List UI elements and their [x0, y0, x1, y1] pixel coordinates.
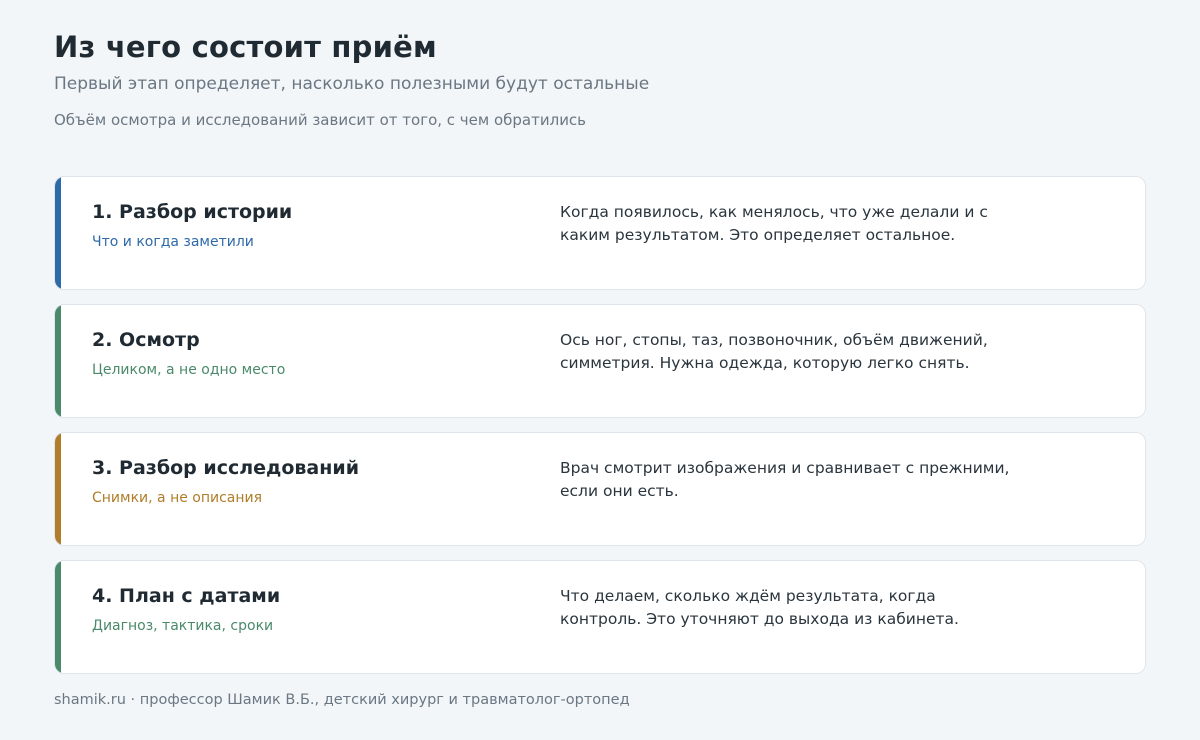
- step-card: 1. Разбор истории Что и когда заметили К…: [54, 176, 1146, 290]
- step-tagline: Целиком, а не одно место: [92, 362, 286, 378]
- step-accent-stripe: [55, 305, 61, 417]
- step-card: 4. План с датами Диагноз, тактика, сроки…: [54, 560, 1146, 674]
- step-card: 3. Разбор исследований Снимки, а не опис…: [54, 432, 1146, 546]
- step-tagline: Что и когда заметили: [92, 234, 254, 250]
- step-accent-stripe: [55, 177, 61, 289]
- step-description: Врач смотрит изображения и сравнивает с …: [560, 459, 1010, 500]
- page-note: Объём осмотра и исследований зависит от …: [54, 111, 587, 129]
- step-accent-stripe: [55, 433, 61, 545]
- step-heading: 2. Осмотр: [92, 329, 200, 351]
- step-card: 2. Осмотр Целиком, а не одно место Ось н…: [54, 304, 1146, 418]
- step-description: Когда появилось, как менялось, что уже д…: [560, 203, 988, 244]
- page-title: Из чего состоит приём: [54, 30, 437, 64]
- page-subtitle: Первый этап определяет, насколько полезн…: [54, 74, 650, 94]
- footer-credit: shamik.ru · профессор Шамик В.Б., детски…: [54, 692, 630, 708]
- page: Из чего состоит приём Первый этап опреде…: [0, 0, 1200, 740]
- step-accent-stripe: [55, 561, 61, 673]
- step-heading: 1. Разбор истории: [92, 201, 293, 223]
- step-tagline: Снимки, а не описания: [92, 490, 263, 506]
- step-tagline: Диагноз, тактика, сроки: [92, 618, 274, 634]
- step-description: Ось ног, стопы, таз, позвоночник, объём …: [560, 331, 988, 372]
- steps-list: 1. Разбор истории Что и когда заметили К…: [54, 176, 1146, 688]
- step-heading: 4. План с датами: [92, 585, 281, 607]
- step-description: Что делаем, сколько ждём результата, ког…: [560, 587, 959, 628]
- step-heading: 3. Разбор исследований: [92, 457, 360, 479]
